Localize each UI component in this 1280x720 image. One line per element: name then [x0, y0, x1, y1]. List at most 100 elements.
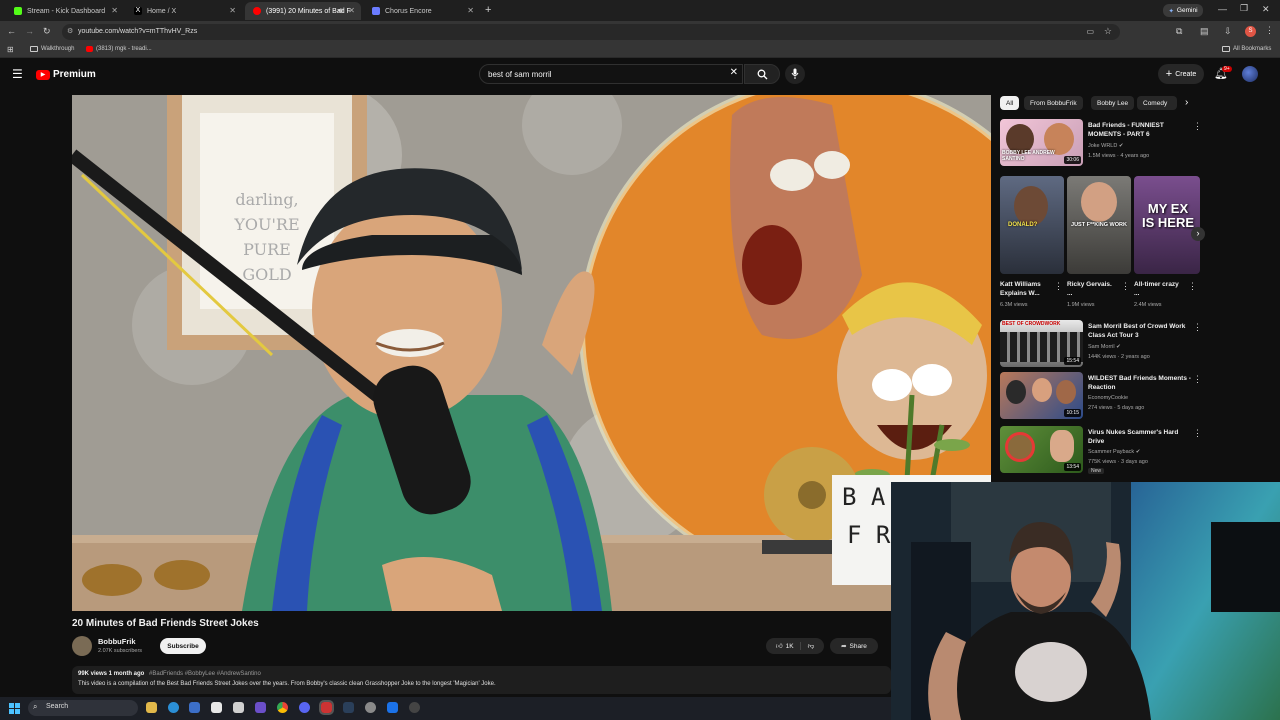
recommendation-thumbnail[interactable]: 13:54 — [1000, 426, 1083, 473]
account-avatar[interactable] — [1242, 66, 1258, 82]
bookmark-walkthrough[interactable]: Walkthrough — [30, 46, 74, 52]
voice-search-button[interactable] — [785, 64, 805, 84]
recommendation-thumbnail[interactable]: 10:15 — [1000, 372, 1083, 419]
chrome-icon[interactable] — [277, 702, 288, 713]
subscribe-button[interactable]: Subscribe — [160, 638, 206, 654]
address-bar[interactable]: ⚙ youtube.com/watch?v=mTThvHV_Rzs ▭ ☆ — [62, 24, 1120, 40]
chip-all[interactable]: All — [1000, 96, 1020, 110]
more-actions-icon[interactable]: ⋮ — [1193, 121, 1202, 132]
windows-start-icon[interactable] — [9, 703, 20, 714]
more-actions-icon[interactable]: ⋮ — [1188, 281, 1197, 292]
short-thumbnail[interactable]: MY EX IS HERE — [1134, 176, 1200, 274]
hamburger-menu-icon[interactable]: ☰ — [12, 67, 23, 81]
bookmark-mgk[interactable]: (3813) mgk - treadi... — [86, 46, 152, 52]
app-icon[interactable] — [409, 702, 420, 713]
close-icon[interactable]: ✕ — [111, 6, 118, 15]
search-icon — [757, 69, 768, 80]
recommendation-channel[interactable]: Scammer Payback ✔ — [1088, 447, 1140, 457]
bookmark-star-icon[interactable]: ☆ — [1104, 26, 1112, 37]
channel-avatar[interactable] — [72, 636, 92, 656]
chip-label: Comedy — [1143, 99, 1168, 107]
tab-youtube-active[interactable]: (3991) 20 Minutes of Bad F 🔊︎ ✕ — [245, 2, 361, 20]
search-input[interactable]: best of sam morril ✕ — [479, 64, 743, 84]
recommendation-thumbnail[interactable]: BEST OF CROWDWORK 15:54 — [1000, 320, 1083, 367]
dislike-button[interactable]: 👎︎ — [804, 642, 815, 650]
recommendation-title[interactable]: WILDEST Bad Friends Moments - Reaction — [1088, 374, 1192, 392]
new-tab-icon[interactable]: + — [485, 4, 491, 16]
app-icon[interactable] — [387, 702, 398, 713]
tab-chorus-encore[interactable]: Chorus Encore ✕ — [364, 2, 480, 20]
short-title[interactable]: All-timer crazy ... — [1134, 280, 1184, 298]
recommendation-channel[interactable]: Joke WRLD ✔ — [1088, 141, 1123, 151]
video-player[interactable]: darling, YOU'RE PURE GOLD B A D F R I — [72, 95, 991, 611]
document-icon[interactable] — [233, 702, 244, 713]
chip-label: Bobby Lee — [1097, 99, 1129, 107]
tab-home-x[interactable]: X Home / X ✕ — [126, 2, 242, 20]
recommendation-thumbnail[interactable]: BOBBY LEE ANDREW SANTINO 30:06 — [1000, 119, 1083, 166]
more-actions-icon[interactable]: ⋮ — [1193, 322, 1202, 333]
recommendation-channel[interactable]: EconomyCookie — [1088, 393, 1128, 403]
thumbs-up-icon: 👍︎ — [775, 643, 783, 650]
share-button[interactable]: ➦ Share — [830, 638, 878, 654]
youtube-premium-logo[interactable]: ▶ Premium — [36, 69, 96, 80]
shorts-next-button[interactable]: › — [1191, 227, 1205, 241]
search-button[interactable] — [744, 64, 780, 84]
premium-wordmark: Premium — [53, 69, 96, 80]
notepad-icon[interactable] — [211, 702, 222, 713]
cast-icon[interactable]: ▭ — [1086, 27, 1094, 36]
clear-search-icon[interactable]: ✕ — [730, 67, 738, 78]
like-button[interactable]: 👍︎ 1K — [776, 642, 801, 650]
chevron-right-icon[interactable]: › — [1185, 97, 1188, 108]
more-actions-icon[interactable]: ⋮ — [1193, 374, 1202, 385]
short-thumbnail[interactable]: JUST F**KING WORK — [1067, 176, 1131, 274]
file-explorer-icon[interactable] — [146, 702, 157, 713]
chip-from-bobbufrik[interactable]: From BobbuFrik — [1024, 96, 1083, 110]
create-button[interactable]: + Create — [1158, 64, 1204, 84]
close-icon[interactable]: ✕ — [467, 6, 474, 15]
sidebar-icon[interactable]: ▤ — [1200, 26, 1209, 37]
recommendation-title[interactable]: Virus Nukes Scammer's Hard Drive — [1088, 428, 1188, 446]
active-app-icon[interactable] — [319, 700, 334, 715]
short-title[interactable]: Ricky Gervais. ... — [1067, 280, 1117, 298]
description-box[interactable]: 99K views 1 month ago #BadFriends #Bobby… — [72, 666, 891, 694]
all-bookmarks[interactable]: All Bookmarks — [1222, 46, 1271, 52]
profile-avatar[interactable]: S — [1245, 26, 1256, 37]
back-icon[interactable]: ← — [7, 26, 16, 36]
window-close-icon[interactable]: ✕ — [1262, 4, 1270, 15]
recommendation-title[interactable]: Sam Morril Best of Crowd Work Class Act … — [1088, 322, 1188, 340]
more-actions-icon[interactable]: ⋮ — [1054, 281, 1063, 292]
site-info-icon[interactable]: ⚙ — [67, 27, 73, 35]
short-thumbnail[interactable]: DONALD? — [1000, 176, 1064, 274]
browser-menu-icon[interactable]: ⋮ — [1265, 25, 1274, 36]
settings-gear-icon[interactable] — [365, 702, 376, 713]
edge-icon[interactable] — [168, 702, 179, 713]
chip-bobby-lee[interactable]: Bobby Lee — [1091, 96, 1135, 110]
store-icon[interactable] — [189, 702, 200, 713]
app-icon[interactable] — [255, 702, 266, 713]
discord-icon[interactable] — [299, 702, 310, 713]
hashtags[interactable]: #BadFriends #BobbyLee #AndrewSantino — [149, 671, 261, 677]
recommendation-channel[interactable]: Sam Morril ✔ — [1088, 342, 1121, 352]
close-icon[interactable]: ✕ — [229, 6, 236, 15]
steam-icon[interactable] — [343, 702, 354, 713]
extensions-icon[interactable]: ⧉ — [1176, 26, 1182, 37]
recommendation-title[interactable]: Bad Friends - FUNNIEST MOMENTS - PART 6 — [1088, 121, 1188, 139]
reload-icon[interactable]: ↻ — [43, 26, 51, 37]
apps-grid-icon[interactable]: ⊞ — [7, 45, 14, 54]
close-icon[interactable]: ✕ — [348, 6, 355, 15]
verified-icon: ✔ — [1135, 449, 1141, 455]
taskbar-search[interactable]: ⌕ Search — [28, 700, 138, 716]
channel-name[interactable]: BobbuFrik — [98, 637, 136, 646]
chip-comedy[interactable]: Comedy — [1137, 96, 1177, 110]
tab-kick-dashboard[interactable]: Stream - Kick Dashboard ✕ — [6, 2, 124, 20]
more-actions-icon[interactable]: ⋮ — [1121, 281, 1130, 292]
minimize-icon[interactable]: — — [1218, 4, 1227, 14]
kick-icon — [14, 7, 22, 15]
short-title[interactable]: Katt Williams Explains W... — [1000, 280, 1050, 298]
gemini-button[interactable]: ✦ Gemini — [1163, 4, 1203, 17]
forward-icon[interactable]: → — [25, 26, 34, 36]
download-icon[interactable]: ⇩ — [1224, 26, 1232, 37]
restore-icon[interactable]: ❐ — [1240, 3, 1248, 14]
audio-playing-icon[interactable]: 🔊︎ — [338, 6, 343, 16]
more-actions-icon[interactable]: ⋮ — [1193, 428, 1202, 439]
